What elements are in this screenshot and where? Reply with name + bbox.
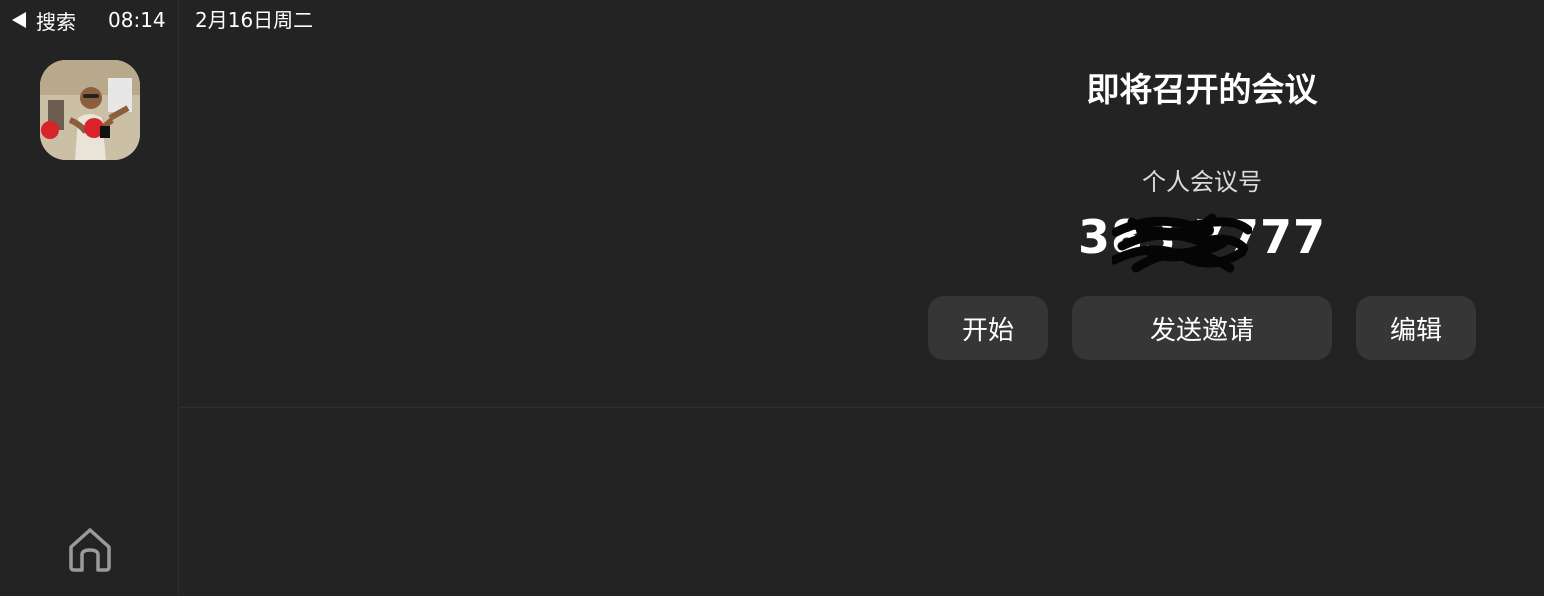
back-label: 搜索: [36, 9, 76, 34]
status-date: 2月16日周二: [195, 8, 314, 32]
page-title: 即将召开的会议: [1086, 70, 1318, 109]
status-back-to-search[interactable]: 搜索: [12, 7, 76, 34]
edit-button[interactable]: 编辑: [1356, 296, 1476, 360]
start-button[interactable]: 开始: [928, 296, 1048, 360]
user-photo-icon: [40, 60, 140, 160]
app-window: 搜索 08:14 2月16日周二 即将召开的会议 个人会议号 383 7777 …: [0, 0, 1544, 596]
sidebar: [0, 0, 179, 596]
pmi-label: 个人会议号: [1142, 168, 1262, 196]
home-icon: [69, 528, 111, 572]
send-invite-button[interactable]: 发送邀请: [1072, 296, 1332, 360]
sidebar-item-home[interactable]: [60, 518, 120, 578]
pmi-number: 383 7777: [1077, 210, 1327, 264]
status-time: 08:14: [108, 8, 166, 32]
avatar[interactable]: [40, 60, 140, 160]
section-divider: [180, 407, 1544, 408]
back-arrow-icon: [12, 12, 26, 28]
